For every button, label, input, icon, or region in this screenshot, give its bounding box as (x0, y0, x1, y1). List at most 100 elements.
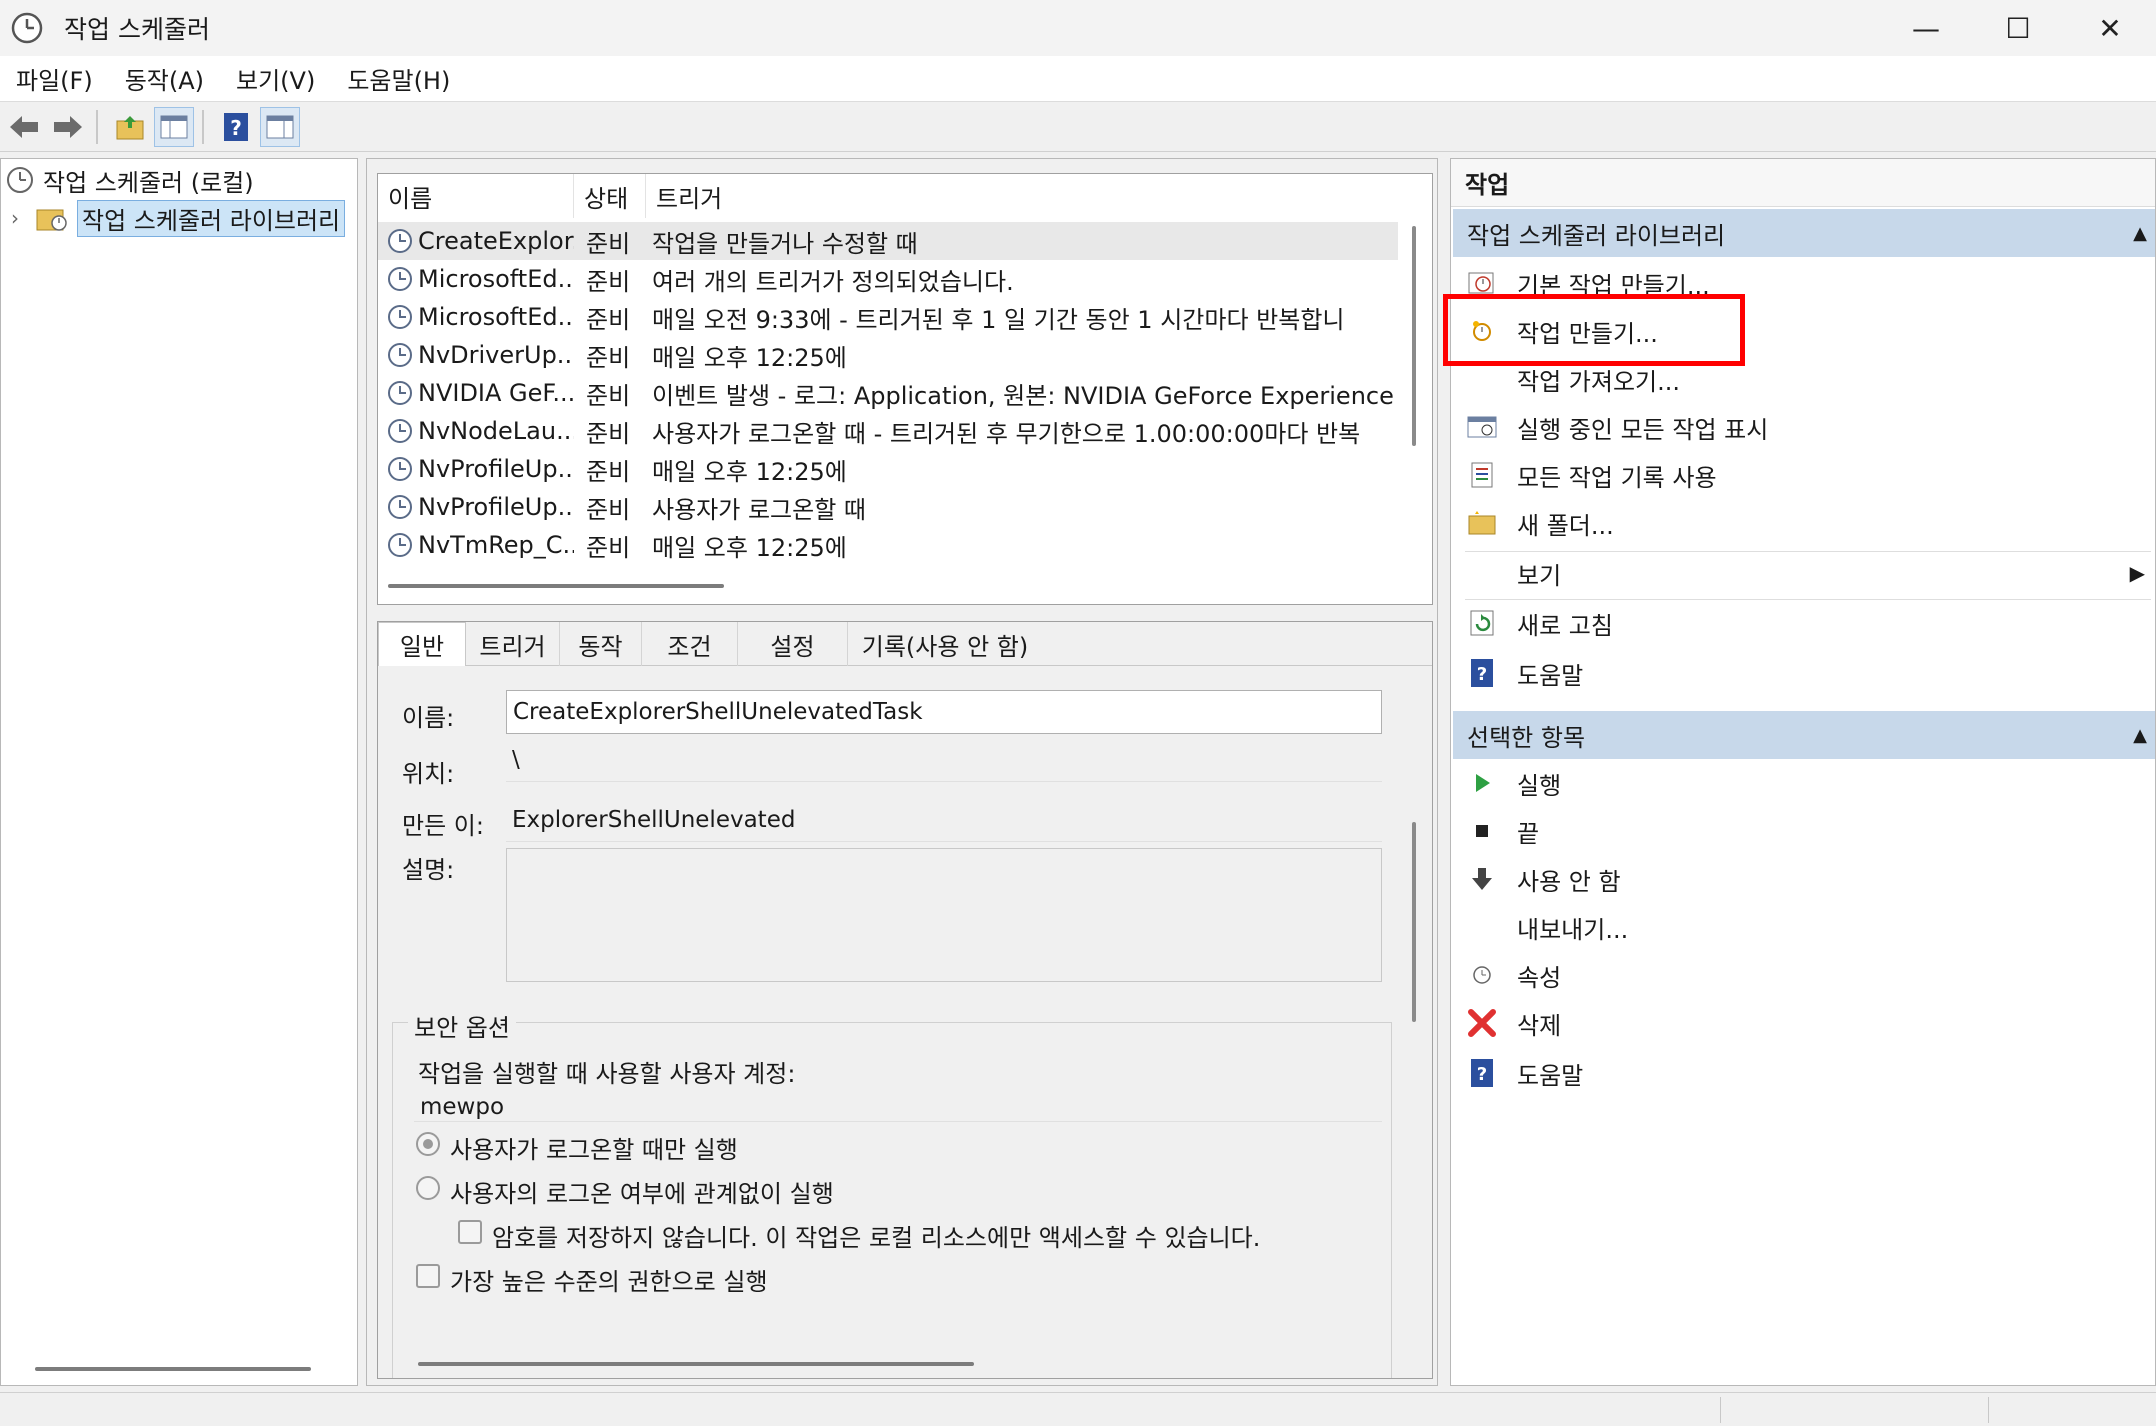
action-run[interactable]: 실행 (1467, 759, 2153, 807)
collapse-up-icon[interactable]: ▲ (2133, 725, 2147, 746)
up-folder-icon[interactable] (110, 107, 150, 147)
action-delete[interactable]: 삭제 (1467, 999, 2153, 1047)
task-clock-icon (388, 533, 412, 557)
action-properties[interactable]: 속성 (1467, 951, 2153, 999)
task-row[interactable]: MicrosoftEd... 준비 매일 오전 9:33에 - 트리거된 후 1… (378, 298, 1398, 336)
task-status: 준비 (586, 229, 631, 258)
task-row[interactable]: NvProfileUp... 준비 매일 오후 12:25에 (378, 450, 1398, 488)
action-label: 도움말 (1517, 661, 1584, 690)
action-display-running-tasks[interactable]: 실행 중인 모든 작업 표시 (1467, 403, 2153, 451)
action-view[interactable]: 보기 ▶ (1467, 549, 2153, 597)
action-end[interactable]: 끝 (1467, 807, 2153, 855)
action-help-library[interactable]: ? 도움말 (1467, 649, 2153, 697)
help-icon[interactable]: ? (216, 107, 256, 147)
menu-action[interactable]: 동작(A) (125, 61, 204, 96)
do-not-store-password-checkbox[interactable] (458, 1220, 482, 1244)
highest-privileges-checkbox[interactable] (416, 1264, 440, 1288)
task-list-horizontal-scrollbar[interactable] (388, 584, 724, 588)
task-name-field[interactable]: CreateExplorerShellUnelevatedTask (506, 690, 1382, 734)
chevron-right-icon[interactable]: › (11, 206, 29, 230)
navigation-tree: 작업 스케줄러 (로컬) › 작업 스케줄러 라이브러리 (0, 158, 358, 1386)
tab-actions[interactable]: 동작 (560, 622, 642, 666)
task-name: NvProfileUp... (418, 455, 574, 483)
task-row[interactable]: NvDriverUp... 준비 매일 오후 12:25에 (378, 336, 1398, 374)
running-tasks-icon (1467, 412, 1497, 442)
action-label: 실행 (1517, 771, 1562, 800)
task-clock-icon (388, 305, 412, 329)
detail-vertical-scrollbar[interactable] (1412, 822, 1416, 1022)
task-clock-icon (388, 229, 412, 253)
section-library-header[interactable]: 작업 스케줄러 라이브러리 ▲ (1453, 209, 2155, 257)
show-action-pane-icon[interactable] (260, 106, 300, 147)
task-name: NvProfileUp... (418, 493, 574, 521)
toolbar-separator (96, 109, 98, 144)
collapse-up-icon[interactable]: ▲ (2133, 223, 2147, 244)
action-new-folder[interactable]: 새 폴더... (1467, 499, 2153, 547)
menu-bar: 파일(F) 동작(A) 보기(V) 도움말(H) (0, 56, 2156, 102)
action-label: 보기 (1517, 561, 1562, 590)
menu-file[interactable]: 파일(F) (16, 61, 93, 96)
task-name: NvDriverUp... (418, 341, 574, 369)
action-enable-all-history[interactable]: 모든 작업 기록 사용 (1467, 451, 2153, 499)
task-status: 준비 (586, 457, 631, 486)
action-disable[interactable]: 사용 안 함 (1467, 855, 2153, 903)
center-pane: 이름 상태 트리거 CreateExplor... 준비 작업을 만들거나 수정… (366, 158, 1438, 1386)
location-label: 위치: (402, 760, 455, 788)
column-status[interactable]: 상태 (574, 174, 646, 218)
task-row[interactable]: NvTmRep_C... 준비 매일 오후 12:25에 (378, 526, 1398, 564)
run-only-logged-on-radio[interactable] (416, 1132, 440, 1156)
task-row[interactable]: MicrosoftEd... 준비 여러 개의 트리거가 정의되었습니다. (378, 260, 1398, 298)
task-name: CreateExplor... (418, 227, 574, 255)
section-selected-header[interactable]: 선택한 항목 ▲ (1453, 711, 2155, 759)
task-list: 이름 상태 트리거 CreateExplor... 준비 작업을 만들거나 수정… (377, 173, 1433, 605)
tree-item-library[interactable]: › 작업 스케줄러 라이브러리 (11, 199, 346, 237)
tree-item-library-label: 작업 스케줄러 라이브러리 (77, 199, 346, 237)
task-trigger: 매일 오후 12:25에 (652, 533, 847, 562)
run-only-logged-on-label: 사용자가 로그온할 때만 실행 (450, 1136, 738, 1164)
down-arrow-icon (1467, 864, 1497, 894)
highlight-annotation (1443, 294, 1745, 366)
task-list-vertical-scrollbar[interactable] (1412, 226, 1416, 446)
menu-view[interactable]: 보기(V) (236, 61, 315, 96)
tree-horizontal-scrollbar[interactable] (35, 1367, 311, 1371)
detail-horizontal-scrollbar[interactable] (418, 1362, 974, 1366)
column-name[interactable]: 이름 (378, 174, 574, 218)
tab-history[interactable]: 기록(사용 안 함) (848, 622, 1042, 666)
toolbar: ? (0, 102, 2156, 152)
tab-conditions[interactable]: 조건 (642, 622, 738, 666)
action-export[interactable]: 내보내기... (1467, 903, 2153, 951)
history-log-icon (1467, 460, 1497, 490)
column-trigger[interactable]: 트리거 (646, 174, 1406, 218)
tree-root[interactable]: 작업 스케줄러 (로컬) (5, 163, 254, 197)
action-help-selected[interactable]: ? 도움말 (1467, 1049, 2153, 1097)
run-whether-logged-on-radio[interactable] (416, 1176, 440, 1200)
maximize-button[interactable]: ☐ (1972, 0, 2064, 56)
window-title: 작업 스케줄러 (64, 15, 210, 44)
stop-icon (1467, 816, 1497, 846)
task-row[interactable]: NvNodeLau... 준비 사용자가 로그온할 때 - 트리거된 후 무기한… (378, 412, 1398, 450)
action-refresh[interactable]: 새로 고침 (1467, 599, 2153, 647)
tab-general[interactable]: 일반 (378, 622, 466, 666)
task-status: 준비 (586, 267, 631, 296)
minimize-button[interactable]: — (1880, 0, 1972, 56)
action-label: 모든 작업 기록 사용 (1517, 463, 1717, 492)
task-clock-icon (388, 419, 412, 443)
tab-triggers[interactable]: 트리거 (466, 622, 560, 666)
show-hide-tree-icon[interactable] (154, 106, 194, 147)
task-row[interactable]: NvProfileUp... 준비 사용자가 로그온할 때 (378, 488, 1398, 526)
back-arrow-icon[interactable] (4, 107, 44, 147)
security-options-title: 보안 옵션 (408, 1008, 516, 1043)
account-value: mewpo (414, 1092, 1382, 1122)
task-row[interactable]: NVIDIA GeF... 준비 이벤트 발생 - 로그: Applicatio… (378, 374, 1398, 412)
task-author-value: ExplorerShellUnelevated (506, 798, 1382, 842)
forward-arrow-icon[interactable] (48, 107, 88, 147)
description-field[interactable] (506, 848, 1382, 982)
task-clock-icon (388, 343, 412, 367)
menu-help[interactable]: 도움말(H) (347, 61, 450, 96)
task-clock-icon (388, 267, 412, 291)
close-button[interactable]: ✕ (2064, 0, 2156, 56)
task-name: NVIDIA GeF... (418, 379, 574, 407)
task-status: 준비 (586, 343, 631, 372)
tab-settings[interactable]: 설정 (738, 622, 848, 666)
task-row[interactable]: CreateExplor... 준비 작업을 만들거나 수정할 때 (378, 222, 1398, 260)
